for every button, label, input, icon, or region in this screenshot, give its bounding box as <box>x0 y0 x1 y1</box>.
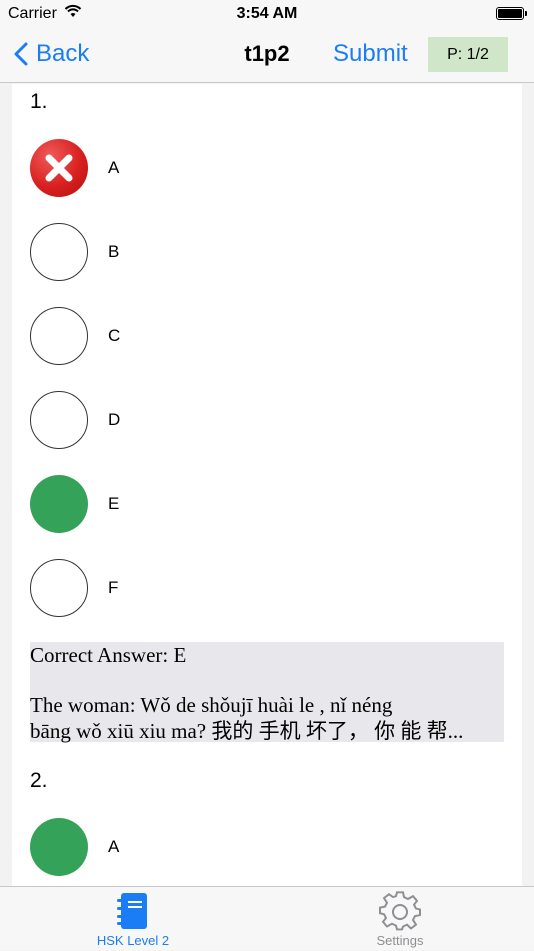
tab-settings[interactable]: Settings <box>330 887 470 951</box>
option-a[interactable]: A <box>30 818 500 876</box>
option-d[interactable]: D <box>30 391 500 449</box>
option-label: F <box>108 578 119 597</box>
option-label: B <box>108 242 120 261</box>
option-b[interactable]: B <box>30 223 500 281</box>
back-label: Back <box>36 40 90 67</box>
page-indicator: P: 1/2 <box>428 37 508 72</box>
gear-icon <box>379 891 421 931</box>
correct-answer-icon <box>30 818 88 876</box>
option-label: D <box>108 410 121 429</box>
correct-answer-icon <box>30 475 88 533</box>
clock: 3:54 AM <box>236 5 298 22</box>
explanation-text: The woman: Wǒ de shǒujī huài le , nǐ nén… <box>30 692 504 744</box>
option-a[interactable]: A <box>30 139 500 197</box>
radio-circle-icon <box>30 391 88 449</box>
back-button[interactable]: Back <box>14 40 89 68</box>
answer-explanation: Correct Answer: E The woman: Wǒ de shǒuj… <box>30 642 504 744</box>
notebook-icon <box>117 893 147 929</box>
battery-icon <box>496 7 527 20</box>
status-bar: Carrier 3:54 AM <box>0 0 534 28</box>
submit-button[interactable]: Submit <box>333 40 408 68</box>
tab-hsk-level-2[interactable]: HSK Level 2 <box>63 887 203 951</box>
option-e[interactable]: E <box>30 475 500 533</box>
explanation-line: The woman: Wǒ de shǒujī huài le , nǐ nén… <box>30 693 393 717</box>
radio-circle-icon <box>30 307 88 365</box>
navigation-bar: Back t1p2 Submit P: 1/2 <box>0 28 534 83</box>
explanation-line: bāng wǒ xiū xiu ma? 我的 手机 坏了， 你 能 帮... <box>30 719 464 743</box>
option-c[interactable]: C <box>30 307 500 365</box>
option-label: A <box>108 837 120 856</box>
tab-label: Settings <box>376 933 424 948</box>
question-number: 1. <box>30 90 48 113</box>
tab-label: HSK Level 2 <box>96 933 170 948</box>
question-list[interactable]: 1. A B C D E F Correct Answer: E The wom… <box>12 84 522 886</box>
option-f[interactable]: F <box>30 559 500 617</box>
chevron-left-icon <box>14 42 28 66</box>
option-label: C <box>108 326 121 345</box>
option-label: A <box>108 158 120 177</box>
option-label: E <box>108 494 120 513</box>
wrong-answer-icon <box>30 139 88 197</box>
radio-circle-icon <box>30 223 88 281</box>
radio-circle-icon <box>30 559 88 617</box>
tab-bar: HSK Level 2 Settings <box>0 886 534 950</box>
correct-answer-text: Correct Answer: E <box>30 643 187 667</box>
question-number: 2. <box>30 769 48 792</box>
